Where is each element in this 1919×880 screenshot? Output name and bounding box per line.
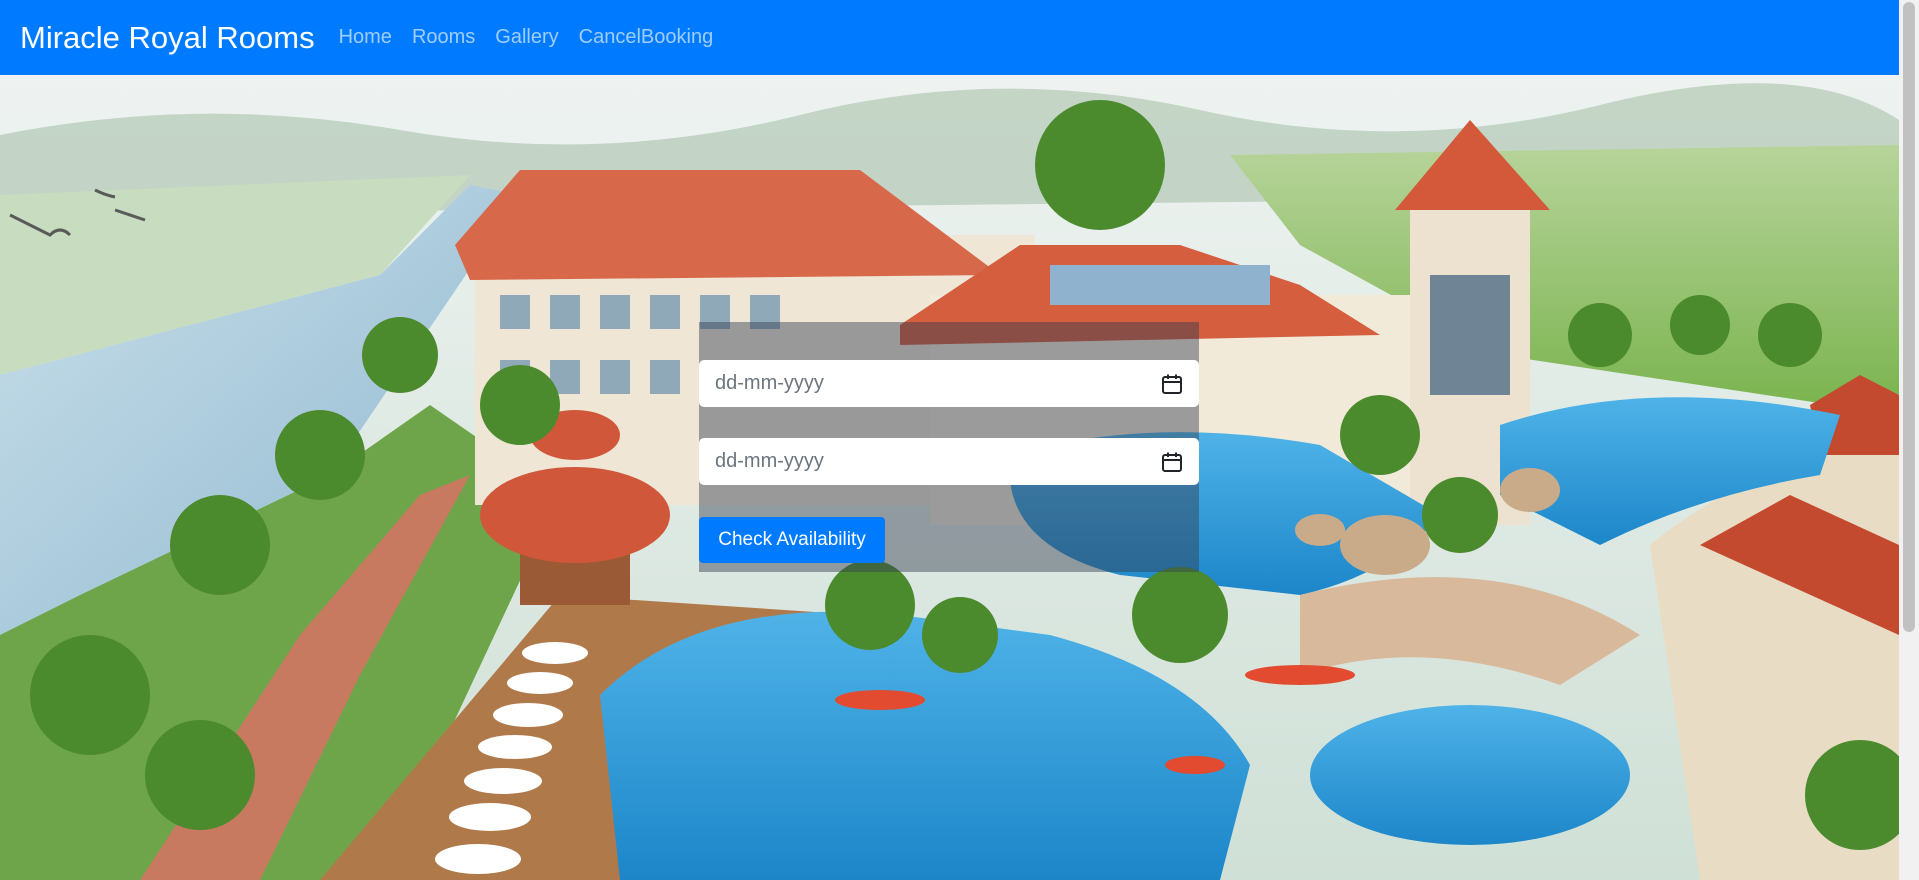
page-scrollbar[interactable] <box>1899 0 1919 880</box>
nav-link-gallery[interactable]: Gallery <box>495 26 558 49</box>
check-availability-button[interactable]: Check Availability <box>699 517 885 563</box>
brand-link[interactable]: Miracle Royal Rooms <box>20 20 315 56</box>
nav-link-home[interactable]: Home <box>339 26 392 49</box>
nav-link-rooms[interactable]: Rooms <box>412 26 475 49</box>
booking-form-panel: dd-mm-yyyy dd-mm-yyyy Check Availability <box>699 322 1199 572</box>
calendar-icon[interactable] <box>1161 451 1183 473</box>
calendar-icon[interactable] <box>1161 373 1183 395</box>
navbar: Miracle Royal Rooms Home Rooms Gallery C… <box>0 0 1899 75</box>
checkout-date-placeholder: dd-mm-yyyy <box>715 450 824 472</box>
checkin-date-input[interactable]: dd-mm-yyyy <box>699 360 1199 407</box>
checkin-date-placeholder: dd-mm-yyyy <box>715 372 824 394</box>
nav-link-cancel-booking[interactable]: CancelBooking <box>579 26 714 49</box>
scrollbar-thumb[interactable] <box>1903 2 1915 632</box>
checkout-date-input[interactable]: dd-mm-yyyy <box>699 438 1199 485</box>
